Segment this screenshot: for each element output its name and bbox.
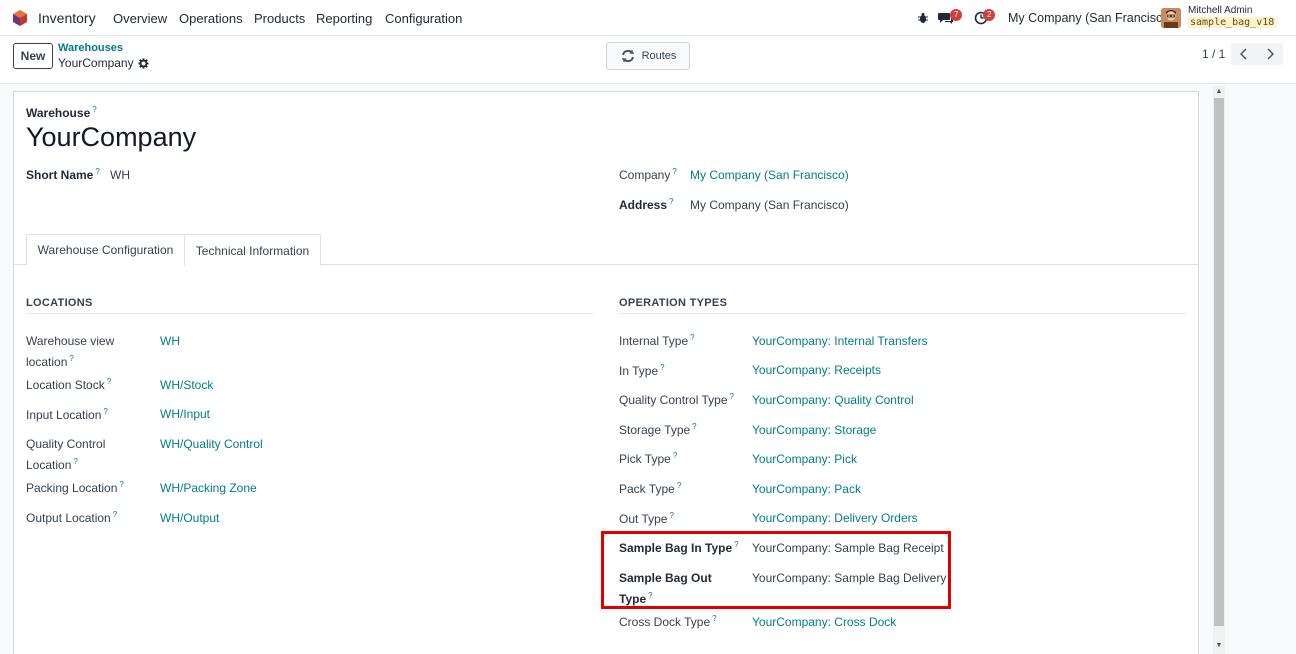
user-avatar[interactable] (1161, 8, 1181, 28)
output-location-field[interactable]: WH/Output (160, 511, 219, 525)
help-icon[interactable]: ? (73, 457, 77, 466)
help-icon[interactable]: ? (730, 392, 734, 401)
packing-location-label: Packing Location? (26, 480, 124, 495)
locations-divider (26, 313, 593, 314)
menu-operations[interactable]: Operations (179, 11, 243, 26)
help-icon[interactable]: ? (95, 167, 99, 176)
operation-types-divider (619, 313, 1186, 314)
company-label: Company? (619, 167, 677, 182)
pager-next-button[interactable] (1257, 43, 1283, 65)
locations-section-title: LOCATIONS (26, 297, 93, 309)
quality-control-location-field[interactable]: WH/Quality Control (160, 437, 263, 451)
short-name-field[interactable]: WH (110, 168, 130, 182)
scroll-down-arrow[interactable]: ▼ (1214, 641, 1224, 651)
help-icon[interactable]: ? (92, 105, 96, 114)
out-type-label: Out Type? (619, 511, 674, 526)
user-name[interactable]: Mitchell Admin (1188, 5, 1252, 16)
help-icon[interactable]: ? (660, 363, 664, 372)
help-icon[interactable]: ? (672, 167, 676, 176)
input-location-label: Input Location? (26, 407, 108, 422)
in-type-label: In Type? (619, 363, 665, 378)
location-stock-field[interactable]: WH/Stock (160, 378, 213, 392)
highlight-annotation-box (601, 531, 951, 609)
help-icon[interactable]: ? (692, 422, 696, 431)
cross-dock-type-label: Cross Dock Type? (619, 614, 717, 629)
refresh-icon (621, 49, 634, 63)
operation-types-section-title: OPERATION TYPES (619, 297, 728, 309)
address-field[interactable]: My Company (San Francisco) (690, 198, 849, 212)
warehouse-view-location-field[interactable]: WH (160, 334, 180, 348)
chevron-right-icon (1267, 48, 1274, 60)
company-switcher[interactable]: My Company (San Francisco) (1008, 11, 1173, 25)
quality-control-type-field[interactable]: YourCompany: Quality Control (752, 393, 914, 407)
menu-configuration[interactable]: Configuration (385, 11, 462, 26)
scroll-up-arrow[interactable]: ▲ (1214, 87, 1224, 97)
help-icon[interactable]: ? (103, 407, 107, 416)
activities-badge: 2 (983, 9, 996, 21)
short-name-label: Short Name? (26, 167, 100, 182)
chevron-left-icon (1240, 48, 1247, 60)
bug-icon[interactable] (917, 12, 929, 24)
warehouse-name-field[interactable]: YourCompany (26, 122, 196, 153)
help-icon[interactable]: ? (677, 481, 681, 490)
internal-type-label: Internal Type? (619, 333, 695, 348)
warehouse-view-location-label: Warehouse view location? (26, 334, 115, 369)
app-name[interactable]: Inventory (38, 10, 96, 26)
tab-technical-information[interactable]: Technical Information (184, 234, 321, 266)
top-navbar: Inventory Overview Operations Products R… (0, 0, 1296, 36)
help-icon[interactable]: ? (669, 197, 673, 206)
routes-smart-button[interactable]: Routes (606, 42, 690, 70)
breadcrumb-current-label: YourCompany (58, 56, 134, 70)
pack-type-field[interactable]: YourCompany: Pack (752, 482, 861, 496)
pick-type-label: Pick Type? (619, 451, 678, 466)
warehouse-label: Warehouse? (26, 105, 97, 120)
cross-dock-type-field[interactable]: YourCompany: Cross Dock (752, 615, 896, 629)
pager-value[interactable]: 1 / 1 (1202, 47, 1225, 61)
location-stock-label: Location Stock? (26, 377, 112, 392)
help-icon[interactable]: ? (690, 333, 694, 342)
messages-badge: 7 (950, 9, 963, 21)
menu-products[interactable]: Products (254, 11, 305, 26)
in-type-field[interactable]: YourCompany: Receipts (752, 363, 881, 377)
storage-type-field[interactable]: YourCompany: Storage (752, 423, 876, 437)
help-icon[interactable]: ? (673, 451, 677, 460)
breadcrumb-warehouses[interactable]: Warehouses (58, 42, 123, 54)
packing-location-field[interactable]: WH/Packing Zone (160, 481, 257, 495)
menu-reporting[interactable]: Reporting (316, 11, 372, 26)
help-icon[interactable]: ? (107, 377, 111, 386)
out-type-field[interactable]: YourCompany: Delivery Orders (752, 511, 918, 525)
input-location-field[interactable]: WH/Input (160, 407, 210, 421)
menu-overview[interactable]: Overview (113, 11, 167, 26)
routes-label: Routes (641, 50, 677, 62)
address-label: Address? (619, 197, 674, 212)
company-field[interactable]: My Company (San Francisco) (690, 168, 849, 182)
pack-type-label: Pack Type? (619, 481, 682, 496)
help-icon[interactable]: ? (669, 511, 673, 520)
pick-type-field[interactable]: YourCompany: Pick (752, 452, 857, 466)
help-icon[interactable]: ? (119, 480, 123, 489)
output-location-label: Output Location? (26, 510, 118, 525)
breadcrumb-current: YourCompany (58, 56, 149, 70)
scrollbar-thumb[interactable] (1214, 98, 1224, 626)
quality-control-type-label: Quality Control Type? (619, 392, 734, 407)
database-name: sample_bag_v18 (1188, 17, 1277, 28)
tab-warehouse-configuration[interactable]: Warehouse Configuration (26, 234, 184, 265)
help-icon[interactable]: ? (113, 510, 117, 519)
help-icon[interactable]: ? (712, 614, 716, 623)
storage-type-label: Storage Type? (619, 422, 697, 437)
help-icon[interactable]: ? (69, 354, 73, 363)
internal-type-field[interactable]: YourCompany: Internal Transfers (752, 334, 928, 348)
pager-previous-button[interactable] (1231, 43, 1257, 65)
quality-control-location-label: Quality Control Location? (26, 437, 106, 472)
new-button[interactable]: New (13, 43, 53, 69)
gear-icon[interactable] (138, 57, 149, 69)
inventory-app-icon[interactable] (11, 9, 29, 27)
